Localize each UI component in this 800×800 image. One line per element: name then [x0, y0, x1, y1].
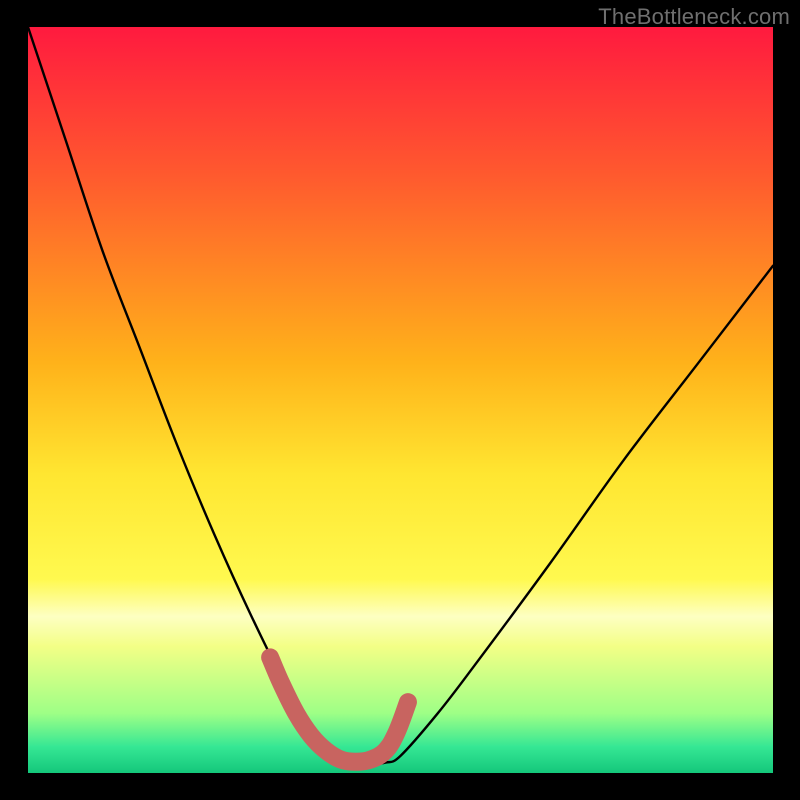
watermark-text: TheBottleneck.com — [598, 4, 790, 30]
chart-frame: { "watermark": "TheBottleneck.com", "cha… — [0, 0, 800, 800]
gradient-background — [28, 27, 773, 773]
bottleneck-chart — [0, 0, 800, 800]
